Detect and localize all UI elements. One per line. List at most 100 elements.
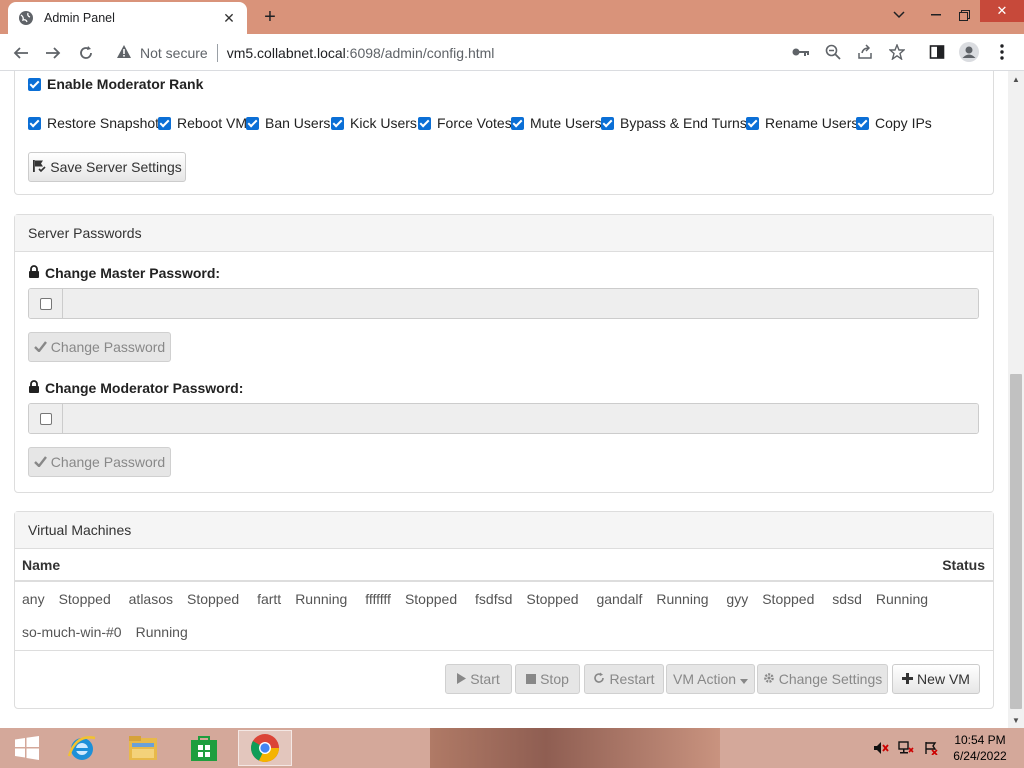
store-icon[interactable]: [177, 730, 231, 766]
scroll-up-arrow-icon[interactable]: ▲: [1008, 71, 1024, 87]
chevron-down-icon[interactable]: [888, 0, 910, 30]
button-label: Stop: [540, 671, 569, 687]
scroll-down-arrow-icon[interactable]: ▼: [1008, 712, 1024, 728]
vm-table-header: Name Status: [15, 549, 993, 582]
window-close-icon[interactable]: ✕: [980, 0, 1024, 22]
vm-name[interactable]: fffffff: [365, 591, 391, 607]
checkbox-unchecked[interactable]: [39, 297, 52, 310]
checkbox-checked[interactable]: [511, 116, 524, 130]
vm-status: Stopped: [762, 591, 815, 607]
restore-icon[interactable]: [950, 0, 978, 30]
permission-restore-snapshot[interactable]: Restore Snapshot: [28, 115, 159, 131]
profile-avatar-icon[interactable]: [959, 42, 979, 62]
vm-name[interactable]: gandalf: [596, 591, 642, 607]
vm-status: Running: [875, 591, 929, 607]
show-password-toggle[interactable]: [29, 289, 63, 318]
change-moderator-password-button[interactable]: Change Password: [28, 447, 171, 477]
vm-name[interactable]: fartt: [257, 591, 281, 607]
vm-action-dropdown[interactable]: VM Action: [666, 664, 755, 694]
checkbox-checked[interactable]: [28, 77, 41, 91]
permission-reboot-vm[interactable]: Reboot VM: [158, 115, 247, 131]
stop-icon: [526, 671, 537, 687]
vm-name[interactable]: atlasos: [129, 591, 173, 607]
reload-icon[interactable]: [74, 41, 98, 65]
back-arrow-icon[interactable]: [9, 41, 33, 65]
permission-copy-ips[interactable]: Copy IPs: [856, 115, 932, 131]
system-clock[interactable]: 10:54 PM 6/24/2022: [944, 732, 1016, 764]
permission-ban-users[interactable]: Ban Users: [246, 115, 330, 131]
address-bar[interactable]: Not secure vm5.collabnet.local:6098/admi…: [104, 38, 782, 67]
star-icon[interactable]: [887, 42, 907, 62]
permission-force-votes[interactable]: Force Votes: [418, 115, 512, 131]
network-icon[interactable]: [897, 740, 915, 756]
button-label: Restart: [609, 671, 655, 687]
action-center-icon[interactable]: [922, 740, 940, 756]
master-password-field[interactable]: [63, 289, 978, 318]
checkbox-checked[interactable]: [246, 116, 259, 130]
server-settings-panel: Enable Moderator Rank Restore Snapshot R…: [14, 71, 994, 195]
vm-name[interactable]: sdsd: [832, 591, 862, 607]
key-icon[interactable]: [791, 42, 811, 62]
side-panel-icon[interactable]: [927, 42, 947, 62]
checkbox-checked[interactable]: [856, 116, 869, 130]
clock-date: 6/24/2022: [953, 749, 1007, 763]
new-tab-icon[interactable]: +: [259, 6, 281, 28]
url-host: vm5.collabnet.local: [226, 44, 346, 61]
close-icon[interactable]: ✕: [221, 10, 237, 26]
file-explorer-icon[interactable]: [116, 730, 170, 766]
chrome-icon[interactable]: [238, 730, 292, 766]
checkbox-checked[interactable]: [601, 116, 614, 130]
show-password-toggle[interactable]: [29, 404, 63, 433]
vm-status: Running: [656, 591, 709, 607]
new-vm-button[interactable]: New VM: [892, 664, 980, 694]
page-scrollbar[interactable]: ▲ ▼: [1008, 71, 1024, 728]
warning-icon[interactable]: [116, 44, 132, 62]
internet-explorer-icon[interactable]: [55, 730, 109, 766]
volume-muted-icon[interactable]: [872, 740, 890, 756]
windows-start-icon[interactable]: [0, 730, 54, 766]
vm-name[interactable]: fsdfsd: [475, 591, 512, 607]
stop-button[interactable]: Stop: [515, 664, 580, 694]
checkbox-checked[interactable]: [28, 116, 41, 130]
checkbox-checked[interactable]: [331, 116, 344, 130]
permission-kick-users[interactable]: Kick Users: [331, 115, 417, 131]
moderator-password-input-group: [28, 403, 979, 434]
start-button[interactable]: Start: [445, 664, 512, 694]
vm-name[interactable]: so-much-win-#0: [22, 624, 122, 640]
change-settings-button[interactable]: Change Settings: [757, 664, 888, 694]
scrollbar-thumb[interactable]: [1010, 374, 1022, 709]
permission-rename-users[interactable]: Rename Users: [746, 115, 858, 131]
tab-admin-panel[interactable]: Admin Panel ✕: [8, 2, 247, 34]
vm-row-2: so-much-win-#0 Running: [22, 624, 202, 640]
zoom-icon[interactable]: [823, 42, 843, 62]
share-icon[interactable]: [855, 42, 875, 62]
checkbox-label: Restore Snapshot: [47, 115, 160, 131]
vm-name[interactable]: gyy: [726, 591, 748, 607]
refresh-icon: [593, 671, 605, 687]
enable-moderator-rank-checkbox[interactable]: Enable Moderator Rank: [28, 76, 203, 92]
checkbox-unchecked[interactable]: [39, 412, 52, 425]
checkbox-checked[interactable]: [418, 116, 431, 130]
button-label: Change Password: [50, 339, 166, 355]
save-server-settings-button[interactable]: Save Server Settings: [28, 152, 186, 182]
virtual-machines-panel: Virtual Machines Name Status any Stopped …: [14, 511, 994, 709]
checkbox-checked[interactable]: [746, 116, 759, 130]
vm-status: Stopped: [187, 591, 240, 607]
vm-status: Running: [295, 591, 348, 607]
browser-toolbar: Not secure vm5.collabnet.local:6098/admi…: [0, 34, 1024, 71]
moderator-password-field[interactable]: [63, 404, 978, 433]
menu-kebab-icon[interactable]: [992, 42, 1012, 62]
checkbox-checked[interactable]: [158, 116, 171, 130]
forward-arrow-icon[interactable]: [41, 41, 65, 65]
restart-button[interactable]: Restart: [584, 664, 664, 694]
permission-bypass-end-turns[interactable]: Bypass & End Turns: [601, 115, 747, 131]
change-master-password-button[interactable]: Change Password: [28, 332, 171, 362]
permission-mute-users[interactable]: Mute Users: [511, 115, 602, 131]
column-header-status: Status: [942, 557, 985, 573]
button-label: Save Server Settings: [50, 159, 182, 175]
minimize-icon[interactable]: [922, 0, 950, 30]
lock-icon: [28, 380, 40, 396]
checkbox-label: Copy IPs: [875, 115, 932, 131]
vm-name[interactable]: any: [22, 591, 45, 607]
column-header-name: Name: [22, 557, 61, 573]
